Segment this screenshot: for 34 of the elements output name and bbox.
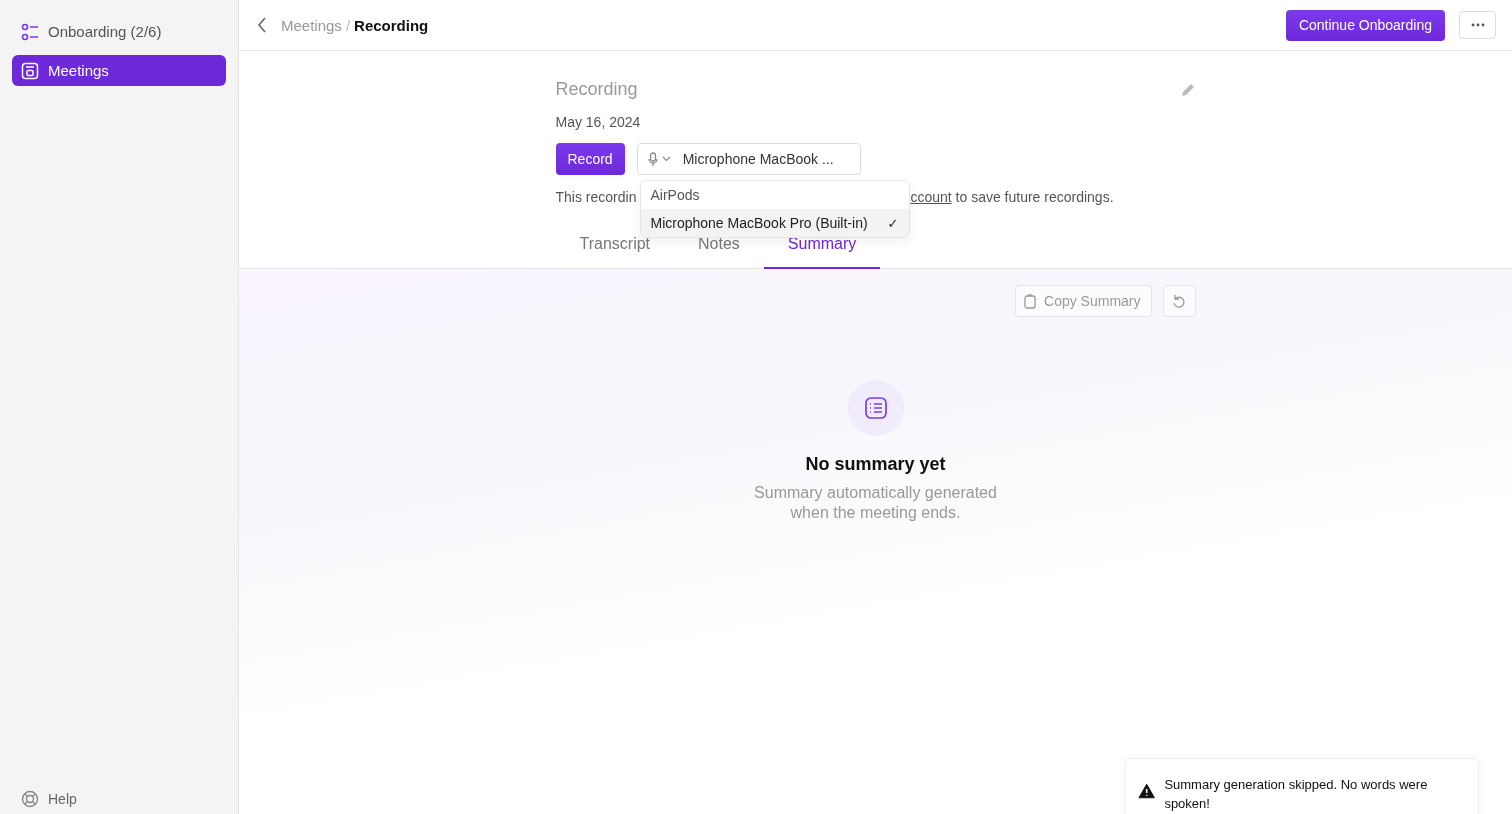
pencil-icon[interactable] bbox=[1180, 82, 1196, 97]
microphone-select[interactable]: Microphone MacBook ... bbox=[636, 143, 861, 175]
dropdown-option[interactable]: Microphone MacBook Pro (Built-in) ✓ bbox=[640, 209, 909, 237]
chevron-down-icon bbox=[661, 156, 671, 162]
back-icon[interactable] bbox=[257, 17, 267, 33]
recording-notice: to save future recordings. bbox=[954, 189, 1114, 205]
regenerate-button[interactable] bbox=[1162, 285, 1196, 317]
account-link[interactable]: ccount bbox=[910, 189, 952, 205]
check-icon: ✓ bbox=[887, 215, 899, 231]
help-link[interactable]: Help bbox=[48, 791, 77, 807]
meeting-date: May 16, 2024 bbox=[555, 114, 642, 130]
tab[interactable]: Transcript bbox=[555, 235, 675, 269]
rotate-icon bbox=[1172, 293, 1186, 309]
calendar-icon bbox=[21, 61, 39, 80]
continue-onboarding-button[interactable]: Continue Onboarding bbox=[1285, 9, 1445, 41]
dropdown-option[interactable]: AirPods bbox=[640, 181, 909, 209]
warning-icon bbox=[1138, 783, 1156, 799]
clipboard-icon bbox=[1024, 293, 1037, 309]
more-icon bbox=[1470, 23, 1485, 27]
list-icon bbox=[863, 396, 888, 420]
sidebar-item[interactable]: Meetings bbox=[12, 55, 226, 86]
checklist-icon bbox=[21, 22, 39, 41]
toast-message: Summary generation skipped. No words were spoken! bbox=[1164, 776, 1429, 813]
empty-state-title: No summary yet bbox=[805, 454, 946, 475]
sidebar-item[interactable]: Onboarding (2/6) bbox=[12, 16, 226, 47]
empty-state-text: Summary automatically generated when the meeting ends. bbox=[753, 483, 998, 523]
breadcrumb-separator: / bbox=[345, 16, 351, 34]
microphone-icon bbox=[647, 151, 658, 167]
record-button[interactable]: Record bbox=[555, 143, 625, 175]
lifebuoy-icon bbox=[21, 790, 39, 808]
breadcrumb-current: Recording bbox=[354, 16, 429, 34]
tab[interactable]: Notes bbox=[674, 235, 764, 269]
recording-notice: This recordin bbox=[555, 189, 637, 205]
more-button[interactable] bbox=[1459, 11, 1496, 39]
